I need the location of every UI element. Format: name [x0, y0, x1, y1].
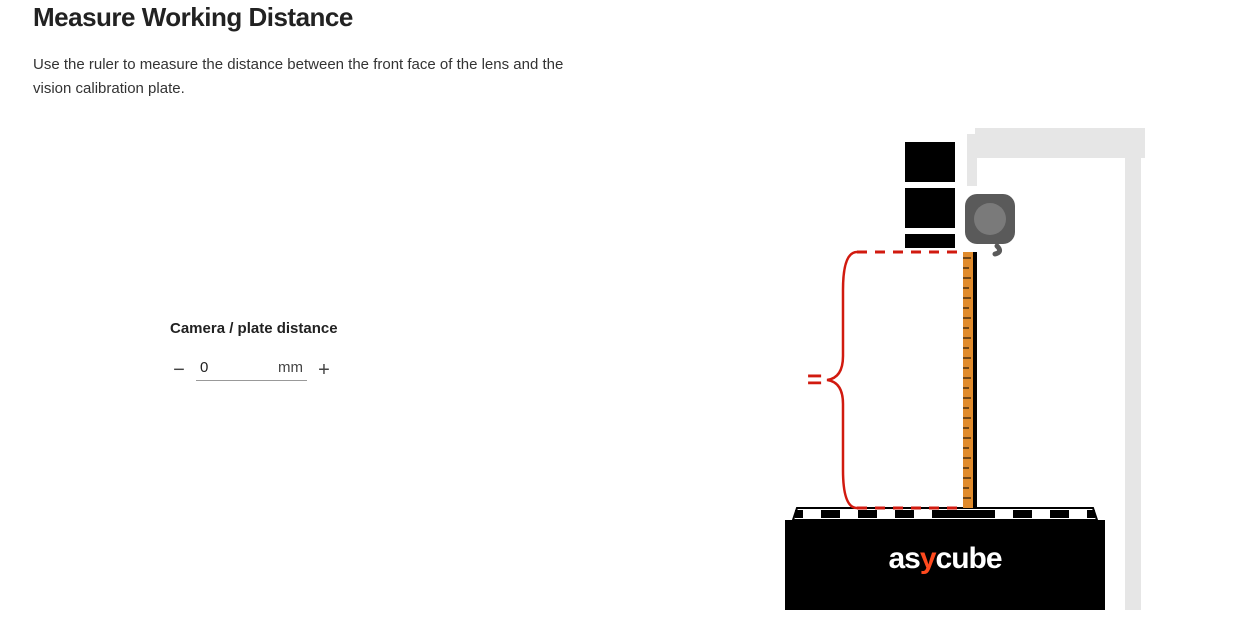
- page-title: Measure Working Distance: [33, 2, 353, 33]
- page-description: Use the ruler to measure the distance be…: [33, 53, 593, 101]
- distance-value: 0: [200, 359, 270, 376]
- working-distance-diagram: asycube: [765, 120, 1215, 620]
- svg-text:asycube: asycube: [888, 542, 1001, 575]
- distance-label: Camera / plate distance: [170, 320, 430, 337]
- equals-symbol: =: [807, 364, 822, 394]
- increment-button[interactable]: +: [315, 360, 333, 380]
- distance-input[interactable]: 0 mm: [196, 359, 307, 381]
- distance-stepper: Camera / plate distance − 0 mm +: [170, 320, 430, 381]
- distance-unit: mm: [278, 359, 303, 376]
- decrement-button[interactable]: −: [170, 360, 188, 380]
